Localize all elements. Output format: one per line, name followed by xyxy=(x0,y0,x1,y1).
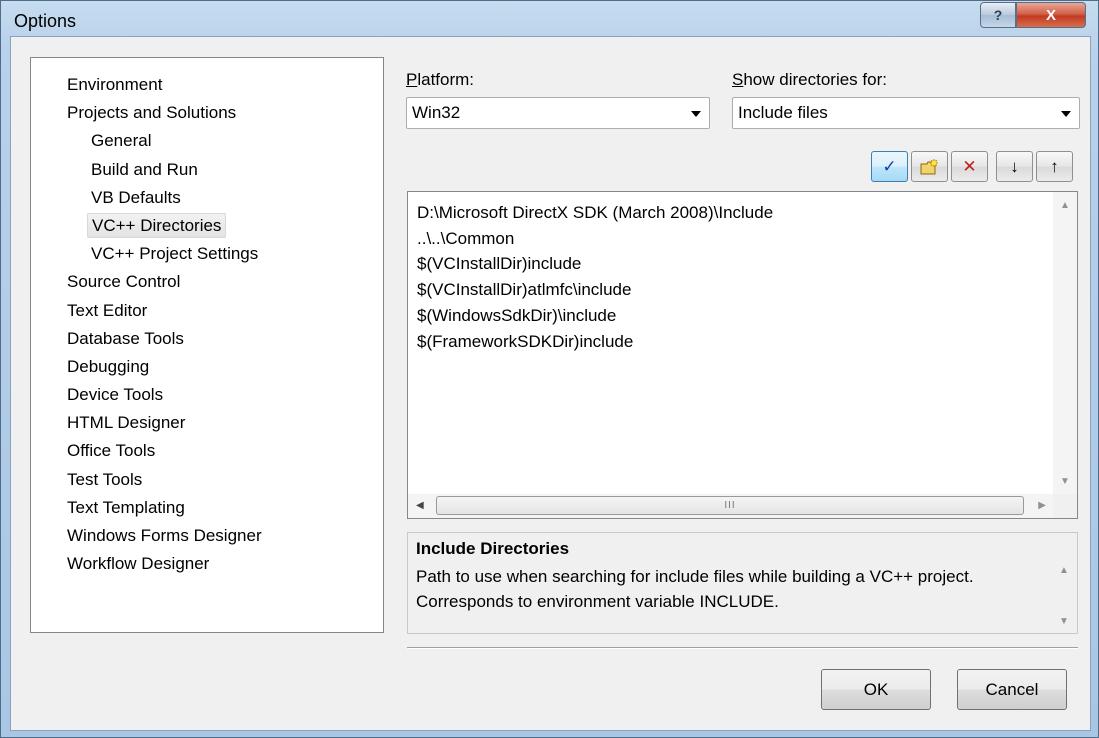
help-button[interactable]: ? xyxy=(980,2,1016,28)
ok-label: OK xyxy=(863,679,889,699)
tree-item-label: Windows Forms Designer xyxy=(67,526,262,545)
scroll-down-icon[interactable]: ▼ xyxy=(1060,476,1070,487)
title-bar[interactable]: Options ? X xyxy=(1,1,1098,37)
directory-row[interactable]: $(VCInstallDir)atlmfc\include xyxy=(417,277,631,302)
tree-item-label: VC++ Project Settings xyxy=(91,244,259,264)
directory-row[interactable]: ..\..\Common xyxy=(417,226,514,251)
delete-icon: ✕ xyxy=(962,156,977,176)
accept-button[interactable]: ✓ xyxy=(871,151,908,182)
description-text: Path to use when searching for include f… xyxy=(416,567,974,611)
dialog-body: Environment Projects and Solutions General… xyxy=(10,36,1091,731)
check-icon: ✓ xyxy=(882,156,897,176)
vertical-scrollbar[interactable]: ▲ ▼ xyxy=(1053,192,1077,495)
tree-item-label: Text Editor xyxy=(67,300,148,320)
directory-row[interactable]: $(WindowsSdkDir)\include xyxy=(417,303,616,328)
tree-item[interactable]: Device Tools xyxy=(31,381,383,409)
tree-item-label: VB Defaults xyxy=(91,187,181,207)
separator xyxy=(407,647,1078,649)
description-panel: Include Directories Path to use when sea… xyxy=(407,532,1078,634)
tree-item-label: VC++ Directories xyxy=(87,212,227,238)
options-tree[interactable]: Environment Projects and Solutions General… xyxy=(30,57,384,633)
tree-item[interactable]: Build and Run xyxy=(31,156,383,184)
tree-item[interactable]: Projects and Solutions xyxy=(31,99,383,127)
scroll-down-icon[interactable]: ▼ xyxy=(1059,616,1069,627)
tree-item-label: Environment xyxy=(67,75,163,94)
chevron-down-icon xyxy=(691,111,701,117)
horizontal-scroll-thumb[interactable]: III xyxy=(436,496,1024,515)
directory-row[interactable]: $(VCInstallDir)include xyxy=(417,251,581,276)
tree-item-label: Device Tools xyxy=(67,385,164,405)
tree-item-label: Database Tools xyxy=(67,328,184,348)
arrow-down-icon: ↓ xyxy=(1010,156,1019,176)
tree-item[interactable]: Test Tools xyxy=(31,466,383,494)
tree-item[interactable]: VC++ Directories xyxy=(31,212,383,240)
cancel-button[interactable]: Cancel xyxy=(957,669,1067,710)
tree-item-label: Build and Run xyxy=(91,159,198,179)
horizontal-scrollbar[interactable]: ◀ III ▶ xyxy=(408,494,1054,518)
cancel-label: Cancel xyxy=(985,679,1039,699)
scroll-up-icon[interactable]: ▲ xyxy=(1060,200,1070,211)
tree-item[interactable]: General xyxy=(31,127,383,155)
tree-item[interactable]: Environment xyxy=(31,71,383,99)
scroll-right-icon[interactable]: ▶ xyxy=(1038,500,1046,511)
tree-item-label: Debugging xyxy=(67,356,150,376)
close-icon: X xyxy=(1045,6,1056,24)
platform-select[interactable]: Win32 xyxy=(406,97,710,129)
scroll-corner xyxy=(1053,494,1077,518)
scroll-left-icon[interactable]: ◀ xyxy=(416,500,424,511)
description-title: Include Directories xyxy=(416,539,570,558)
delete-button[interactable]: ✕ xyxy=(951,151,988,182)
show-directories-select[interactable]: Include files xyxy=(732,97,1080,129)
tree-item-label: Test Tools xyxy=(67,469,143,489)
tree-item[interactable]: Database Tools xyxy=(31,325,383,353)
scroll-grip: III xyxy=(724,500,736,511)
chevron-down-icon xyxy=(1061,111,1071,117)
show-directories-value: Include files xyxy=(738,103,828,122)
tree-item[interactable]: Debugging xyxy=(31,353,383,381)
platform-label: Platform: xyxy=(406,70,475,89)
ok-button[interactable]: OK xyxy=(821,669,931,710)
close-button[interactable]: X xyxy=(1016,2,1086,28)
window-title: Options xyxy=(14,11,77,31)
tree-item[interactable]: Windows Forms Designer xyxy=(31,522,383,550)
description-scrollbar[interactable]: ▲ ▼ xyxy=(1053,559,1075,631)
tree-item[interactable]: Office Tools xyxy=(31,437,383,465)
tree-item-label: Workflow Designer xyxy=(67,554,210,574)
tree-item[interactable]: HTML Designer xyxy=(31,409,383,437)
directory-row[interactable]: $(FrameworkSDKDir)include xyxy=(417,329,633,354)
tree-item-label: Text Templating xyxy=(67,497,185,517)
tree-item-label: Office Tools xyxy=(67,441,156,461)
platform-value: Win32 xyxy=(412,103,461,122)
move-down-button[interactable]: ↓ xyxy=(996,151,1033,182)
directory-row[interactable]: D:\Microsoft DirectX SDK (March 2008)\In… xyxy=(417,200,773,225)
show-directories-label: Show directories for: xyxy=(732,70,887,89)
tree-item[interactable]: Text Templating xyxy=(31,494,383,522)
tree-item[interactable]: Workflow Designer xyxy=(31,550,383,578)
tree-item-label: Projects and Solutions xyxy=(67,103,237,123)
tree-item[interactable]: VB Defaults xyxy=(31,184,383,212)
options-dialog: Options ? X Environment Projects and Solu… xyxy=(0,0,1099,738)
tree-item[interactable]: Source Control xyxy=(31,268,383,296)
scroll-up-icon[interactable]: ▲ xyxy=(1059,565,1069,576)
new-line-button[interactable] xyxy=(911,151,948,182)
directory-list[interactable]: ▲ ▼ ◀ III ▶ D:\Microsoft DirectX SDK (Ma… xyxy=(407,191,1078,519)
tree-item[interactable]: VC++ Project Settings xyxy=(31,240,383,268)
arrow-up-icon: ↑ xyxy=(1050,156,1059,176)
tree-item-label: Source Control xyxy=(67,272,181,292)
tree-item[interactable]: Text Editor xyxy=(31,297,383,325)
new-folder-icon xyxy=(920,157,939,174)
tree-item-label: General xyxy=(91,131,152,151)
move-up-button[interactable]: ↑ xyxy=(1036,151,1073,182)
help-icon: ? xyxy=(993,7,1003,23)
tree-item-label: HTML Designer xyxy=(67,413,186,433)
